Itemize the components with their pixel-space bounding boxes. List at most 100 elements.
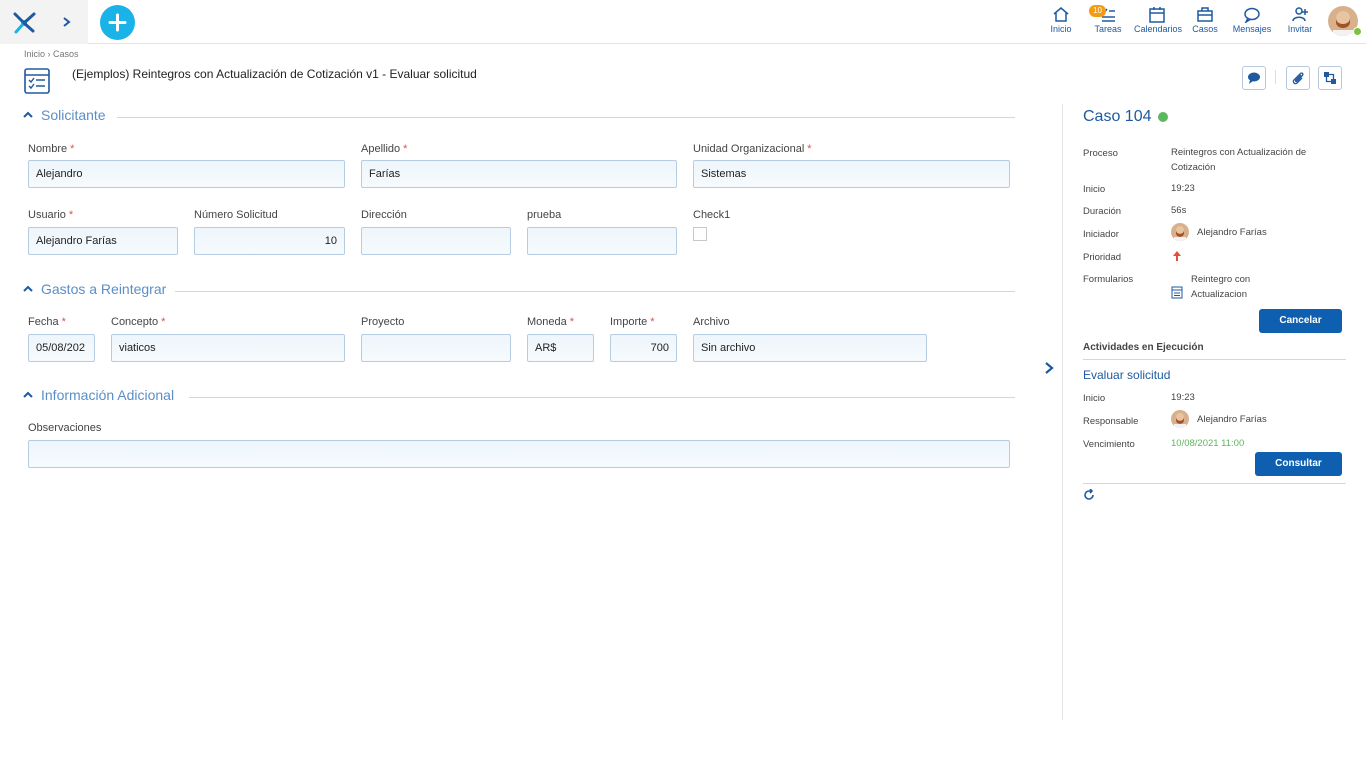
nav-tareas-label: Tareas	[1094, 24, 1122, 34]
fecha-label: Fecha *	[28, 316, 66, 328]
activities-heading: Actividades en Ejecución	[1083, 342, 1204, 353]
required-mark: *	[161, 316, 166, 328]
tasks-badge: 10	[1089, 5, 1106, 17]
nav-invitar[interactable]: Invitar	[1286, 6, 1314, 42]
fecha-label-text: Fecha	[28, 316, 59, 328]
case-title: Caso 104	[1083, 108, 1152, 125]
direccion-field[interactable]	[361, 227, 511, 255]
comments-button[interactable]	[1242, 66, 1266, 90]
section-title: Solicitante	[41, 107, 106, 123]
proceso-value: Reintegros con Actualización de Cotizaci…	[1171, 147, 1307, 173]
nav-inicio[interactable]: Inicio	[1047, 6, 1075, 42]
required-mark: *	[403, 143, 408, 155]
process-map-button[interactable]	[1318, 66, 1342, 90]
nav-inicio-label: Inicio	[1050, 24, 1072, 34]
required-mark: *	[569, 316, 575, 328]
collapse-caret-icon	[23, 285, 33, 292]
duracion-label: Duración	[1083, 206, 1122, 217]
responsable-avatar	[1171, 410, 1189, 428]
iniciador-label: Iniciador	[1083, 229, 1119, 240]
inicio-value: 19:23	[1171, 183, 1195, 194]
check1-label: Check1	[693, 209, 731, 221]
numero-label: Número Solicitud	[194, 209, 278, 221]
online-status-dot	[1353, 27, 1362, 36]
collapse-caret-icon	[23, 391, 33, 398]
concepto-label-text: Concepto	[111, 316, 159, 328]
form-icon	[24, 68, 50, 94]
required-mark: *	[650, 316, 655, 328]
importe-label-text: Importe	[610, 316, 648, 328]
consult-button[interactable]: Consultar	[1255, 452, 1342, 476]
usuario-label-text: Usuario	[28, 209, 66, 221]
concepto-field[interactable]: viaticos	[111, 334, 345, 362]
moneda-field[interactable]: AR$	[527, 334, 594, 362]
nombre-label-text: Nombre	[28, 143, 68, 155]
section-title: Gastos a Reintegrar	[41, 281, 167, 297]
workflow-icon	[1324, 72, 1336, 84]
nav-calendarios[interactable]: Calendarios	[1134, 6, 1183, 42]
nav-casos[interactable]: Casos	[1191, 6, 1219, 42]
briefcase-icon	[1197, 7, 1213, 22]
usuario-field[interactable]: Alejandro Farías	[28, 227, 178, 255]
fecha-field[interactable]: 05/08/202	[28, 334, 95, 362]
toggle-panel-chevron-icon[interactable]	[1042, 360, 1056, 376]
activities-bottom-divider	[1083, 483, 1346, 484]
numero-field[interactable]: 10	[194, 227, 345, 255]
usuario-label: Usuario *	[28, 209, 73, 221]
expand-menu-chevron-icon[interactable]	[58, 12, 76, 32]
iniciador-avatar	[1171, 223, 1189, 241]
archivo-label: Archivo	[693, 316, 730, 328]
observaciones-label: Observaciones	[28, 422, 102, 434]
inicio-label: Inicio	[1083, 184, 1106, 195]
user-avatar-icon	[1174, 226, 1186, 241]
moneda-label-text: Moneda	[527, 316, 567, 328]
unidad-field[interactable]: Sistemas	[693, 160, 1010, 188]
nombre-label: Nombre *	[28, 143, 74, 155]
proyecto-label: Proyecto	[361, 316, 405, 328]
vencimiento-label: Vencimiento	[1083, 439, 1135, 450]
vencimiento-value: 10/08/2021 11:00	[1171, 438, 1245, 449]
home-icon	[1053, 7, 1069, 22]
formularios-value[interactable]: Reintegro con Actualizacion	[1191, 272, 1301, 302]
paperclip-icon	[1292, 72, 1304, 85]
unidad-label-text: Unidad Organizacional	[693, 143, 805, 155]
unidad-label: Unidad Organizacional *	[693, 143, 812, 155]
top-bar: Inicio 10 Tareas Calendarios Casos Mensa…	[0, 0, 1366, 44]
prueba-field[interactable]	[527, 227, 677, 255]
required-mark: *	[68, 209, 74, 221]
responsable-label: Responsable	[1083, 416, 1139, 427]
collapse-caret-icon	[23, 111, 33, 118]
duracion-value: 56s	[1171, 205, 1187, 216]
required-mark: *	[70, 143, 75, 155]
nombre-field[interactable]: Alejandro	[28, 160, 345, 188]
proyecto-field[interactable]	[361, 334, 511, 362]
app-logo-icon[interactable]	[10, 8, 38, 36]
observaciones-field[interactable]	[28, 440, 1010, 468]
toolbar-divider	[1275, 70, 1276, 84]
importe-label: Importe *	[610, 316, 655, 328]
section-divider	[189, 397, 1015, 398]
nav-casos-label: Casos	[1192, 24, 1218, 34]
section-divider	[117, 117, 1015, 118]
concepto-label: Concepto *	[111, 316, 165, 328]
add-button[interactable]	[100, 5, 135, 40]
apellido-label: Apellido *	[361, 143, 407, 155]
apellido-field[interactable]: Farías	[361, 160, 677, 188]
cancel-button[interactable]: Cancelar	[1259, 309, 1342, 333]
section-divider	[175, 291, 1015, 292]
archivo-field[interactable]: Sin archivo	[693, 334, 927, 362]
nav-mensajes[interactable]: Mensajes	[1232, 6, 1272, 42]
refresh-icon[interactable]	[1083, 489, 1095, 501]
logo-area	[0, 0, 88, 44]
activity-link[interactable]: Evaluar solicitud	[1083, 368, 1170, 382]
nav-mensajes-label: Mensajes	[1232, 24, 1272, 34]
panel-divider	[1062, 104, 1063, 720]
attachments-button[interactable]	[1286, 66, 1310, 90]
nav-calendarios-label: Calendarios	[1134, 24, 1183, 34]
check1-checkbox[interactable]	[693, 227, 707, 241]
breadcrumb[interactable]: Inicio › Casos	[24, 49, 79, 59]
moneda-label: Moneda *	[527, 316, 574, 328]
plus-icon	[108, 13, 127, 32]
nav-tareas[interactable]: 10 Tareas	[1089, 5, 1122, 42]
importe-field[interactable]: 700	[610, 334, 677, 362]
